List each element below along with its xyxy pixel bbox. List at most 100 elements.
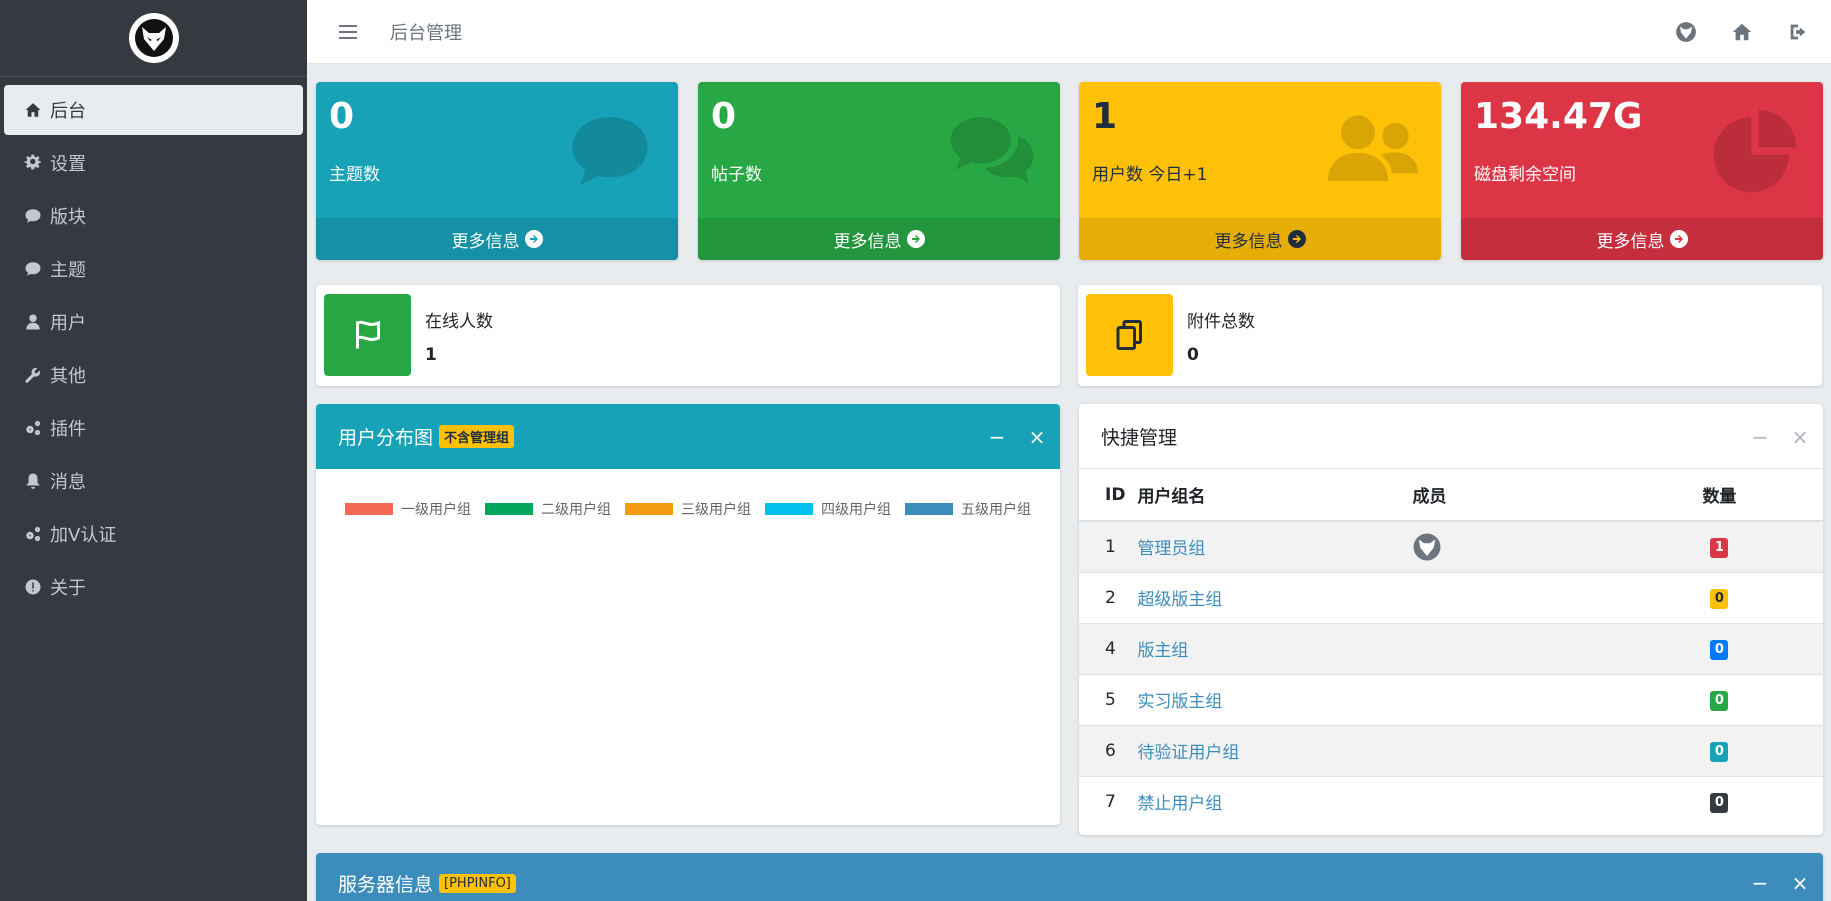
user-groups-table: ID 用户组名 成员 数量 1 管理员组 1 2 超级版主组 0 4 版主组 0 5 实习版主组 0 6… [1079, 469, 1823, 827]
cell-group-name: 版主组 [1137, 622, 1413, 674]
home-icon [1732, 23, 1752, 41]
legend-item[interactable]: 二级用户组 [485, 499, 611, 519]
group-name-link[interactable]: 版主组 [1137, 641, 1188, 661]
legend-item[interactable]: 四级用户组 [765, 499, 891, 519]
table-row: 6 待验证用户组 0 [1079, 724, 1823, 776]
minimize-button[interactable]: − [988, 425, 1006, 449]
more-info-link[interactable]: 更多信息 [1079, 218, 1441, 260]
card-header: 用户分布图 不含管理组 − × [316, 404, 1060, 469]
legend-item[interactable]: 三级用户组 [625, 499, 751, 519]
sidebar-item[interactable]: 设置 [4, 138, 303, 188]
col-count: 数量 [1702, 469, 1823, 522]
sidebar-item[interactable]: 消息 [4, 456, 303, 506]
sidebar-item-label: 设置 [50, 154, 86, 175]
member-avatar-icon[interactable] [1412, 532, 1442, 562]
group-name-link[interactable]: 管理员组 [1137, 539, 1205, 559]
cell-id: 6 [1079, 724, 1138, 776]
legend-swatch [485, 503, 533, 515]
cell-group-name: 实习版主组 [1137, 673, 1413, 725]
count-badge: 0 [1710, 792, 1729, 813]
gears-icon [22, 523, 44, 545]
phpinfo-badge[interactable]: [PHPINFO] [439, 873, 516, 893]
more-info-link[interactable]: 更多信息 [316, 218, 678, 260]
arrow-circle-right-icon [1287, 230, 1306, 248]
sidebar-nav: 后台设置版块主题用户 其他插件消息加V认证关于 [0, 77, 307, 623]
legend-label: 一级用户组 [401, 502, 471, 518]
cell-count: 0 [1702, 571, 1823, 623]
cell-id: 5 [1079, 673, 1138, 725]
sidebar-item[interactable]: 后台 [4, 85, 303, 135]
sidebar-item[interactable]: 关于 [4, 562, 303, 612]
gears-icon [22, 417, 44, 439]
table-row: 2 超级版主组 0 [1079, 571, 1823, 623]
minimize-button[interactable]: − [1751, 425, 1769, 449]
quick-management-card: 快捷管理 − × ID 用户组名 成员 数量 1 管理员组 1 2 超级版主组 0 4 版主组… [1079, 404, 1823, 835]
cell-group-name: 禁止用户组 [1137, 775, 1413, 827]
close-button[interactable]: × [1791, 871, 1809, 895]
count-badge: 0 [1710, 588, 1729, 609]
group-name-link[interactable]: 禁止用户组 [1137, 794, 1222, 814]
table-row: 1 管理员组 1 [1079, 520, 1823, 572]
comment-icon [22, 205, 44, 227]
sidebar-item[interactable]: 版块 [4, 191, 303, 241]
disk-stat-box: 134.47G 磁盘剩余空间 更多信息 [1461, 82, 1823, 260]
more-info-link[interactable]: 更多信息 [1461, 218, 1823, 260]
sidebar-item[interactable]: 插件 [4, 403, 303, 453]
count-badge: 0 [1710, 690, 1729, 711]
menu-toggle-button[interactable] [328, 24, 368, 40]
users-icon [1323, 106, 1423, 196]
exclamation-circle-icon [22, 576, 44, 598]
legend-swatch [625, 503, 673, 515]
info-title: 在线人数 [425, 312, 493, 332]
more-info-label: 更多信息 [451, 231, 520, 252]
posts-stat-box: 0 帖子数 更多信息 [698, 82, 1060, 260]
users-stat-box: 1 用户数 今日+1 更多信息 [1079, 82, 1441, 260]
sidebar-item-label: 关于 [50, 578, 86, 599]
sidebar: 后台设置版块主题用户 其他插件消息加V认证关于 [0, 0, 307, 901]
copy-icon [1116, 320, 1142, 350]
cell-id: 4 [1079, 622, 1138, 674]
col-id: ID [1079, 469, 1138, 522]
sidebar-item-label: 加V认证 [50, 525, 117, 546]
table-row: 7 禁止用户组 0 [1079, 775, 1823, 827]
cell-members [1412, 724, 1703, 776]
cell-members [1412, 775, 1703, 827]
stat-value: 0 [711, 96, 737, 137]
sidebar-item-label: 主题 [50, 260, 86, 281]
sign-out-icon [1790, 24, 1806, 40]
user-avatar-button[interactable] [1671, 17, 1701, 47]
sidebar-item-label: 插件 [50, 419, 86, 440]
sidebar-item-label: 消息 [50, 472, 86, 493]
cell-group-name: 待验证用户组 [1137, 724, 1413, 776]
logout-button[interactable] [1783, 17, 1813, 47]
close-button[interactable]: × [1791, 425, 1809, 449]
minimize-button[interactable]: − [1751, 871, 1769, 895]
sidebar-item[interactable]: 用户 [4, 297, 303, 347]
group-name-link[interactable]: 超级版主组 [1137, 590, 1222, 610]
cell-count: 0 [1702, 673, 1823, 725]
more-info-label: 更多信息 [833, 231, 902, 252]
brand[interactable] [0, 0, 307, 77]
col-members: 成员 [1412, 469, 1703, 522]
wrench-icon [22, 364, 44, 386]
cell-members [1412, 622, 1703, 674]
home-button[interactable] [1727, 17, 1757, 47]
group-name-link[interactable]: 实习版主组 [1137, 692, 1222, 712]
group-name-link[interactable]: 待验证用户组 [1137, 743, 1239, 763]
comments-icon [942, 106, 1042, 196]
table-row: 4 版主组 0 [1079, 622, 1823, 674]
sidebar-item[interactable]: 主题 [4, 244, 303, 294]
sidebar-item[interactable]: 加V认证 [4, 509, 303, 559]
info-value: 1 [425, 345, 437, 365]
arrow-circle-right-icon [524, 230, 543, 248]
more-info-link[interactable]: 更多信息 [698, 218, 1060, 260]
bell-icon [22, 470, 44, 492]
sidebar-item[interactable]: 其他 [4, 350, 303, 400]
legend-swatch [905, 503, 953, 515]
comment-icon [22, 258, 44, 280]
close-button[interactable]: × [1028, 425, 1046, 449]
count-badge: 0 [1710, 639, 1729, 660]
legend-item[interactable]: 五级用户组 [905, 499, 1031, 519]
header-actions [1671, 0, 1813, 64]
legend-item[interactable]: 一级用户组 [345, 499, 471, 519]
